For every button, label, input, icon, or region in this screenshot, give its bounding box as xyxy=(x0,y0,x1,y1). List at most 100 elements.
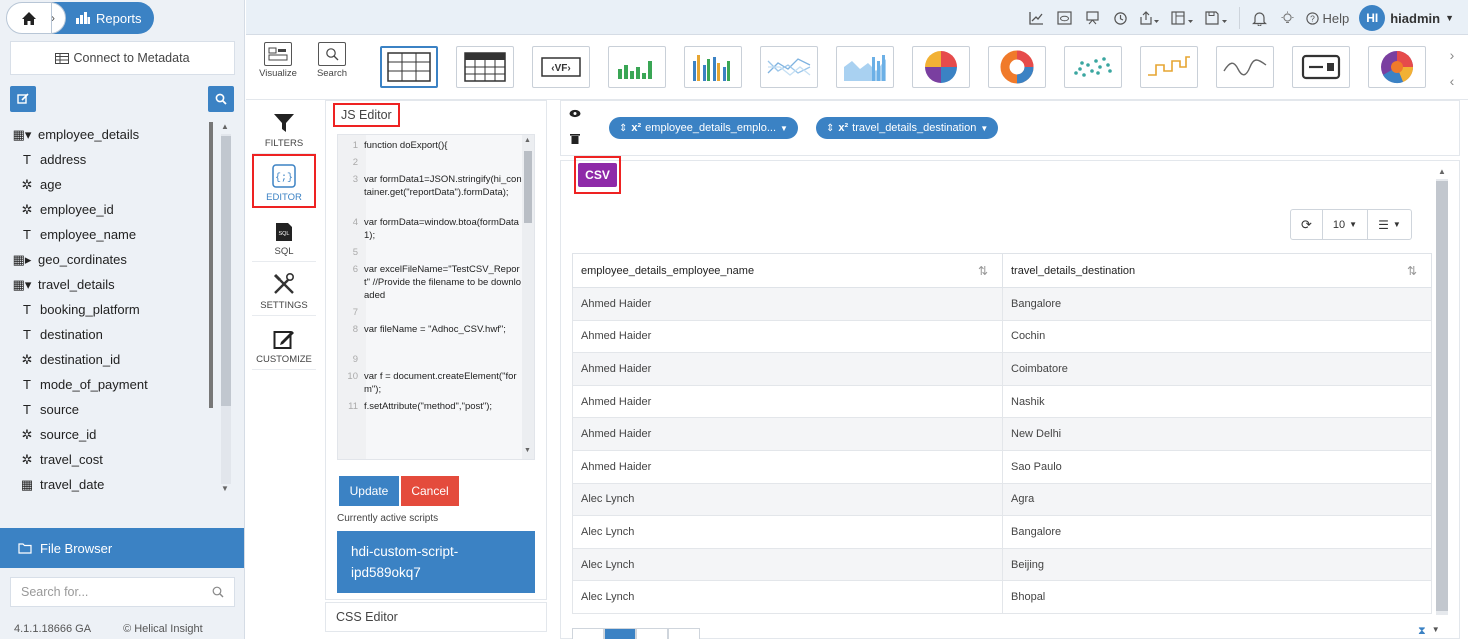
viz-crosstab[interactable] xyxy=(456,46,514,88)
viz-scatter-chart[interactable] xyxy=(1064,46,1122,88)
table-row[interactable]: Ahmed Haider Sao Paulo xyxy=(572,449,1432,484)
viz-donut-chart[interactable] xyxy=(988,46,1046,88)
tree-item[interactable]: ✲ travel_cost xyxy=(10,447,210,472)
scroll-down-icon[interactable]: ▼ xyxy=(524,447,531,454)
viz-custom-html[interactable]: ‹VF› xyxy=(532,46,590,88)
pagination-prev[interactable] xyxy=(572,628,604,639)
dimension-pill-employee[interactable]: ⇕ x² employee_details_emplo... ▼ xyxy=(609,117,798,139)
css-editor-tab[interactable]: CSS Editor xyxy=(325,602,547,632)
tree-item[interactable]: Tsource xyxy=(10,397,210,422)
tree-item[interactable]: ▦▸ geo_cordinates xyxy=(10,247,210,272)
viz-bar-chart[interactable] xyxy=(608,46,666,88)
lightbulb-icon[interactable] xyxy=(1278,8,1296,28)
viz-grouped-bar-chart[interactable] xyxy=(684,46,742,88)
tool-editor[interactable]: {;} EDITOR xyxy=(252,154,316,208)
tool-customize[interactable]: CUSTOMIZE xyxy=(252,316,316,370)
tree-item[interactable]: ▦ travel_date xyxy=(10,472,210,496)
table-row[interactable]: Ahmed Haider Nashik xyxy=(572,384,1432,419)
viz-line-chart[interactable] xyxy=(760,46,818,88)
code-scrollbar[interactable]: ▲ ▼ xyxy=(522,135,534,459)
viz-card[interactable] xyxy=(1292,46,1350,88)
scroll-up-icon[interactable]: ▲ xyxy=(221,122,229,131)
table-row[interactable]: Alec Lynch Bangalore xyxy=(572,515,1432,549)
csv-export-button[interactable]: CSV xyxy=(574,156,621,194)
cancel-button[interactable]: Cancel xyxy=(401,476,459,506)
tree-item[interactable]: ✲ employee_id xyxy=(10,197,210,222)
tree-item[interactable]: Tmode_of_payment xyxy=(10,372,210,397)
table-row[interactable]: Alec Lynch Bhopal xyxy=(572,580,1432,614)
preview-icon[interactable] xyxy=(1055,8,1073,28)
line-chart-icon[interactable] xyxy=(1027,8,1045,28)
tree-item[interactable]: Tdestination xyxy=(10,322,210,347)
breadcrumb-reports[interactable]: Reports xyxy=(52,2,154,34)
code-scrollbar-thumb[interactable] xyxy=(524,151,532,223)
tree-item[interactable]: ▦▾ employee_details xyxy=(10,122,210,147)
refresh-button[interactable]: ⟳ xyxy=(1291,210,1323,239)
tree-item[interactable]: Tbooking_platform xyxy=(10,297,210,322)
viz-pie-chart[interactable] xyxy=(912,46,970,88)
sort-icon[interactable]: ⇅ xyxy=(1407,264,1417,278)
scroll-down-icon[interactable]: ▼ xyxy=(1432,625,1440,638)
chevron-right-icon[interactable]: › xyxy=(1450,47,1455,63)
table-row[interactable]: Alec Lynch Agra xyxy=(572,482,1432,517)
js-editor-tab[interactable]: JS Editor xyxy=(333,103,400,127)
help-link[interactable]: ? Help xyxy=(1306,8,1349,28)
tool-sql[interactable]: SQL SQL xyxy=(252,208,316,262)
search-viz-button[interactable]: Search xyxy=(308,42,356,92)
user-menu[interactable]: HI hiadmin ▼ xyxy=(1359,5,1454,31)
pagination-next[interactable] xyxy=(668,628,700,639)
search-metadata-button[interactable] xyxy=(208,86,234,112)
table-row[interactable]: Ahmed Haider Coimbatore xyxy=(572,352,1432,386)
dimension-pill-destination[interactable]: ⇕ x² travel_details_destination ▼ xyxy=(816,117,999,139)
home-button[interactable] xyxy=(6,2,52,34)
tree-item[interactable]: ✲ destination_id xyxy=(10,347,210,372)
report-scrollbar[interactable]: ▲ xyxy=(1435,165,1449,630)
table-row[interactable]: Ahmed Haider New Delhi xyxy=(572,417,1432,451)
history-icon[interactable] xyxy=(1111,8,1129,28)
column-header[interactable]: employee_details_employee_name ⇅ xyxy=(572,253,1003,288)
tree-item[interactable]: Temployee_name xyxy=(10,222,210,247)
eye-icon[interactable] xyxy=(569,109,581,118)
presentation-icon[interactable] xyxy=(1083,8,1101,28)
edit-metadata-button[interactable] xyxy=(10,86,36,112)
tree-scrollbar-thumb[interactable] xyxy=(221,136,231,406)
table-row[interactable]: Ahmed Haider Cochin xyxy=(572,319,1432,354)
sort-icon[interactable]: ⇅ xyxy=(978,264,988,278)
report-scrollbar-thumb[interactable] xyxy=(1436,181,1448,611)
js-code-editor[interactable]: 1 function doExport(){2 3 var formData1=JSO… xyxy=(337,134,535,460)
trash-icon[interactable] xyxy=(570,133,580,144)
notification-bell-icon[interactable] xyxy=(1250,8,1268,28)
scroll-up-icon[interactable]: ▲ xyxy=(524,137,531,144)
pagination-page[interactable] xyxy=(636,628,668,639)
viz-step-chart[interactable] xyxy=(1140,46,1198,88)
scroll-up-icon[interactable]: ▲ xyxy=(1438,167,1446,176)
table-row[interactable]: Alec Lynch Beijing xyxy=(572,547,1432,582)
viz-sparkline-chart[interactable] xyxy=(1216,46,1274,88)
table-row[interactable]: Ahmed Haider Bangalore xyxy=(572,287,1432,321)
columns-dropdown[interactable]: ☰ ▼ xyxy=(1368,210,1411,239)
viz-table-grid[interactable] xyxy=(380,46,438,88)
tree-item[interactable]: Taddress xyxy=(10,147,210,172)
viz-sunburst-chart[interactable] xyxy=(1368,46,1426,88)
tree-item[interactable]: ✲ source_id xyxy=(10,422,210,447)
update-button[interactable]: Update xyxy=(339,476,399,506)
file-browser-button[interactable]: File Browser xyxy=(0,528,244,568)
export-dropdown-icon[interactable] xyxy=(1139,8,1161,28)
tree-scrollbar[interactable]: ▲ ▼ xyxy=(219,122,233,496)
scroll-down-icon[interactable]: ▼ xyxy=(221,484,229,493)
tool-settings[interactable]: SETTINGS xyxy=(252,262,316,316)
tree-item[interactable]: ▦▾ travel_details xyxy=(10,272,210,297)
page-size-dropdown[interactable]: 10 ▼ xyxy=(1323,210,1369,239)
connect-metadata-button[interactable]: Connect to Metadata xyxy=(10,41,235,75)
visualize-button[interactable]: Visualize xyxy=(254,42,302,92)
pagination-page[interactable] xyxy=(604,628,636,639)
layout-dropdown-icon[interactable] xyxy=(1171,8,1195,28)
tool-filters[interactable]: FILTERS xyxy=(252,100,316,154)
active-script-item[interactable]: hdi-custom-script-ipd589okq7 xyxy=(337,531,535,593)
column-header[interactable]: travel_details_destination ⇅ xyxy=(1002,253,1432,288)
save-dropdown-icon[interactable] xyxy=(1205,8,1229,28)
chevron-left-icon[interactable]: ‹ xyxy=(1450,73,1455,89)
viz-area-chart[interactable] xyxy=(836,46,894,88)
tree-item[interactable]: ✲ age xyxy=(10,172,210,197)
file-search-input[interactable]: Search for... xyxy=(10,577,235,607)
